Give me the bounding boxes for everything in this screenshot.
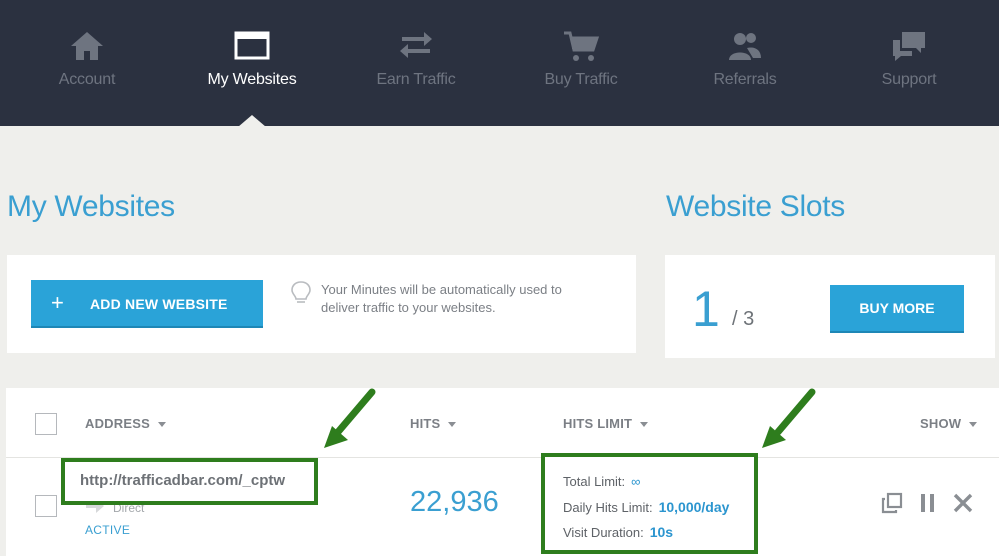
annotation-arrow-icon (324, 388, 376, 448)
buy-more-button[interactable]: BUY MORE (830, 285, 964, 333)
slots-used: 1 (692, 281, 720, 337)
website-url[interactable]: http://trafficadbar.com/_cptw (80, 472, 285, 489)
daily-limit-label: Daily Hits Limit: (563, 500, 653, 515)
column-header-hits-limit[interactable]: HITS LIMIT (563, 416, 649, 431)
row-checkbox[interactable] (35, 495, 57, 517)
website-slots-title: Website Slots (666, 190, 845, 223)
add-new-website-label: ADD NEW WEBSITE (90, 296, 228, 312)
my-websites-title: My Websites (7, 190, 175, 223)
sort-caret-icon (640, 422, 649, 428)
pause-icon[interactable] (918, 492, 938, 514)
sort-caret-icon (448, 422, 457, 428)
show-header-label: SHOW (920, 416, 962, 431)
annotation-arrow-icon (762, 388, 816, 448)
nav-referrals[interactable]: Referrals (670, 0, 820, 126)
nav-buy-traffic[interactable]: Buy Traffic (506, 0, 656, 126)
home-icon (71, 32, 103, 60)
nav-support[interactable]: Support (834, 0, 984, 126)
slots-total: / 3 (732, 308, 755, 330)
visit-duration-value: 10s (649, 524, 674, 540)
top-navigation: Account My Websites Earn Traffic Buy Tra… (0, 0, 999, 126)
nav-support-label: Support (881, 71, 937, 88)
daily-limit-row[interactable]: Daily Hits Limit: 10,000/day (563, 499, 729, 515)
nav-account[interactable]: Account (12, 0, 162, 126)
daily-limit-value: 10,000/day (658, 499, 730, 515)
nav-account-label: Account (58, 71, 116, 88)
address-header-label: ADDRESS (85, 416, 150, 431)
total-limit-value: ∞ (631, 474, 641, 489)
users-icon (729, 33, 761, 60)
status-badge: ACTIVE (85, 523, 131, 537)
select-all-checkbox[interactable] (35, 413, 57, 435)
column-header-hits[interactable]: HITS (410, 416, 457, 431)
plus-icon: + (51, 290, 64, 315)
nav-my-websites-label: My Websites (207, 71, 297, 88)
hits-limit-header-label: HITS LIMIT (563, 416, 633, 431)
shopping-cart-icon (564, 31, 600, 61)
column-header-address[interactable]: ADDRESS (85, 416, 166, 431)
sort-caret-icon (157, 422, 166, 428)
tip-line-2: deliver traffic to your websites. (321, 300, 496, 315)
hits-count: 22,936 (410, 486, 499, 518)
nav-earn-traffic[interactable]: Earn Traffic (341, 0, 491, 126)
tip-line-1: Your Minutes will be automatically used … (321, 282, 562, 297)
hits-header-label: HITS (410, 416, 441, 431)
add-new-website-button[interactable]: + ADD NEW WEBSITE (31, 280, 263, 328)
dropdown-caret-icon (969, 422, 978, 428)
active-tab-caret (238, 115, 266, 127)
duplicate-icon[interactable] (881, 492, 903, 514)
visit-duration-label: Visit Duration: (563, 525, 644, 540)
nav-earn-traffic-label: Earn Traffic (376, 71, 456, 88)
nav-buy-traffic-label: Buy Traffic (544, 71, 618, 88)
total-limit-label: Total Limit: (563, 474, 626, 489)
browser-window-icon (234, 31, 270, 60)
lightbulb-icon (291, 281, 311, 303)
chat-bubbles-icon (893, 32, 925, 61)
swap-arrows-icon (400, 32, 432, 58)
nav-referrals-label: Referrals (713, 71, 777, 88)
visit-duration-row[interactable]: Visit Duration: 10s (563, 524, 673, 540)
buy-more-label: BUY MORE (859, 300, 935, 316)
total-limit-row[interactable]: Total Limit: ∞ (563, 474, 640, 489)
column-header-show[interactable]: SHOW (920, 416, 978, 431)
nav-my-websites[interactable]: My Websites (177, 0, 327, 126)
delete-icon[interactable] (952, 492, 974, 514)
